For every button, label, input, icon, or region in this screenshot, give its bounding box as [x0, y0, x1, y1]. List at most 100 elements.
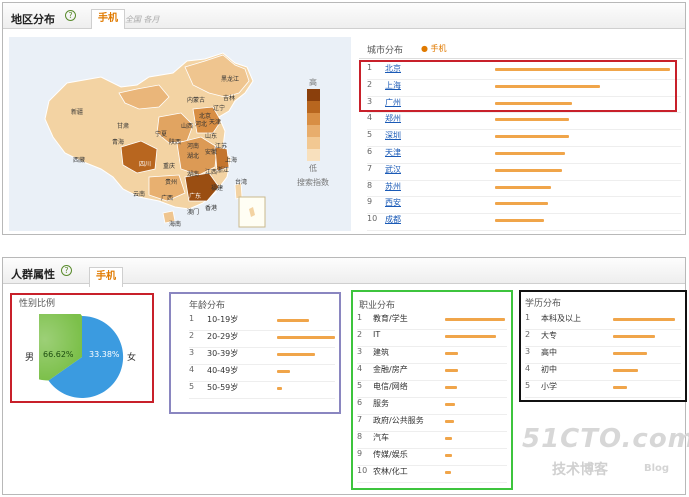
rank-number: 5 [367, 130, 373, 140]
map-label: 陕西 [169, 139, 182, 146]
age-row: 5 50-59岁 [189, 382, 335, 399]
job-row: 3 建筑 [357, 347, 507, 364]
value-bar [277, 319, 309, 322]
item-label: 50-59岁 [207, 383, 239, 392]
map-label: 湖南 [187, 171, 200, 178]
city-link[interactable]: 郑州 [385, 113, 401, 124]
value-bar [277, 387, 282, 390]
rank-number: 4 [357, 364, 363, 373]
map-label: 辽宁 [213, 105, 226, 112]
crowd-title: 人群属性 [11, 268, 55, 281]
item-label: 大专 [541, 331, 557, 340]
china-map-svg [44, 52, 266, 228]
city-link[interactable]: 武汉 [385, 164, 401, 175]
rank-number: 3 [525, 347, 531, 356]
value-bar [495, 135, 569, 139]
city-link[interactable]: 成都 [385, 214, 401, 225]
rank-number: 7 [357, 415, 363, 424]
help-icon[interactable]: ? [65, 10, 76, 21]
city-row[interactable]: 7 武汉 [367, 164, 681, 181]
map-label: 甘肃 [117, 123, 130, 130]
help-icon[interactable]: ? [61, 265, 72, 276]
city-legend-label: 手机 [430, 44, 447, 53]
legend-swatch [307, 89, 320, 101]
city-row[interactable]: 6 天津 [367, 147, 681, 164]
watermark-brand: 51CTO.com [522, 424, 689, 454]
map-label: 青海 [112, 139, 125, 146]
rank-number: 4 [367, 113, 373, 123]
rank-number: 3 [357, 347, 363, 356]
item-label: 本科及以上 [541, 314, 581, 323]
city-row[interactable]: 4 郑州 [367, 113, 681, 131]
value-bar [495, 152, 565, 155]
value-bar [613, 335, 655, 338]
item-label: 40-49岁 [207, 366, 239, 375]
city-link[interactable]: 西安 [385, 197, 401, 208]
item-label: 电信/网络 [373, 382, 408, 391]
value-bar [277, 336, 335, 339]
edu-row: 3 高中 [525, 347, 681, 364]
map-label: 河南 [187, 143, 200, 150]
gender-title: 性别比例 [19, 299, 56, 309]
map-label: 香港 [205, 205, 218, 212]
item-label: 10-19岁 [207, 315, 239, 324]
city-legend: ● 手机 [421, 44, 447, 53]
value-bar [277, 353, 315, 356]
value-bar [495, 202, 548, 206]
region-title: 地区分布 [11, 13, 55, 26]
rank-number: 10 [357, 466, 368, 475]
legend-swatch [307, 137, 320, 149]
city-row[interactable]: 10 成都 [367, 214, 681, 231]
map-label: 重庆 [163, 163, 176, 170]
map-label: 西藏 [73, 157, 86, 164]
city-link[interactable]: 天津 [385, 147, 401, 158]
city-link[interactable]: 苏州 [385, 181, 401, 192]
edu-row: 2 大专 [525, 330, 681, 347]
male-label: 男 [25, 353, 35, 363]
rank-number: 4 [525, 364, 531, 373]
female-pct: 33.38% [89, 350, 120, 359]
value-bar [445, 369, 458, 372]
value-bar [445, 471, 451, 474]
item-label: 初中 [541, 365, 557, 374]
map-label: 福建 [211, 185, 224, 192]
rank-number: 5 [357, 381, 363, 390]
map-label: 贵州 [165, 179, 178, 186]
job-row: 6 服务 [357, 398, 507, 415]
rank-number: 6 [357, 398, 363, 407]
item-label: 政府/公共服务 [373, 416, 424, 425]
value-bar [495, 185, 551, 189]
edu-row: 1 本科及以上 [525, 313, 681, 330]
legend-swatch [307, 113, 320, 125]
edu-title: 学历分布 [525, 299, 562, 309]
job-row: 1 教育/学生 [357, 313, 507, 330]
age-row: 1 10-19岁 [189, 314, 335, 331]
map-label: 四川 [139, 161, 152, 168]
rank-number: 9 [357, 449, 363, 458]
value-bar [613, 369, 638, 372]
rank-number: 4 [189, 365, 195, 374]
age-row: 4 40-49岁 [189, 365, 335, 382]
job-row: 10 农林/化工 [357, 466, 507, 483]
rank-number: 10 [367, 214, 378, 224]
item-label: 建筑 [373, 348, 389, 357]
tab-inactive[interactable]: 全国 各月 [125, 14, 160, 25]
tab-mobile[interactable]: 手机 [89, 267, 123, 287]
item-label: 服务 [373, 399, 389, 408]
rank-number: 9 [367, 197, 373, 207]
city-row[interactable]: 8 苏州 [367, 180, 681, 198]
item-label: 汽车 [373, 433, 389, 442]
legend-swatch [307, 101, 320, 113]
map-label: 云南 [133, 191, 146, 198]
map-label: 浙江 [217, 167, 230, 174]
row-divider [367, 229, 681, 231]
value-bar [445, 403, 455, 406]
tab-mobile[interactable]: 手机 [91, 9, 125, 29]
city-row[interactable]: 9 西安 [367, 197, 681, 215]
city-row[interactable]: 5 深圳 [367, 130, 681, 147]
value-bar [445, 352, 458, 355]
city-link[interactable]: 深圳 [385, 130, 401, 141]
value-bar [613, 352, 647, 355]
rank-number: 8 [367, 180, 373, 190]
map-label: 江西 [205, 169, 218, 176]
